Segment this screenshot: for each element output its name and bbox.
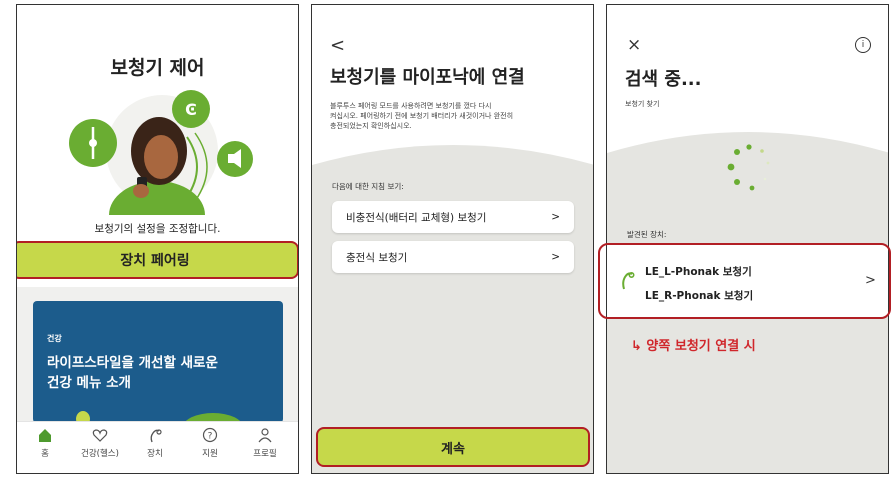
pair-device-button[interactable]: 장치 페어링 bbox=[17, 241, 298, 279]
nav-label: 홈 bbox=[41, 449, 49, 459]
hearing-aid-icon bbox=[150, 429, 162, 443]
annotation-both-connected: ↳ 양쪽 보청기 연결 시 bbox=[631, 339, 756, 354]
banner-tag: 건강 bbox=[47, 334, 62, 343]
found-devices-label: 발견된 장치: bbox=[627, 230, 667, 239]
chevron-right-icon: > bbox=[551, 211, 560, 223]
nav-home[interactable]: 홈 bbox=[19, 427, 71, 459]
page-title: 보청기 제어 bbox=[110, 57, 205, 79]
device-card[interactable]: LE_L-Phonak 보청기 LE_R-Phonak 보청기 > bbox=[607, 245, 888, 317]
nav-support[interactable]: ? 지원 bbox=[184, 427, 236, 459]
back-button[interactable]: < bbox=[330, 35, 345, 56]
instructions-text: 블루투스 페어링 모드를 사용하려면 보청기를 껐다 다시 켜십시오. 페어링하… bbox=[330, 101, 513, 131]
help-icon: ? bbox=[202, 427, 218, 443]
screen-home: 보청기 제어 Ͼ 보청기의 설정을 조정합니다. 장치 페어링 건강 라이프스타… bbox=[16, 4, 299, 474]
nav-profile[interactable]: 프로필 bbox=[239, 427, 291, 459]
device-name-left: LE_L-Phonak 보청기 bbox=[645, 266, 752, 278]
nav-label: 건강(헬스) bbox=[81, 449, 119, 459]
page-title: 보청기를 마이포낙에 연결 bbox=[330, 67, 525, 88]
banner-headline-line1: 라이프스타일을 개선할 새로운 bbox=[47, 355, 218, 371]
chevron-right-icon: > bbox=[865, 273, 876, 288]
instructions-line: 켜십시오. 페어링하기 전에 보청기 배터리가 새것이거나 완전히 bbox=[330, 112, 514, 120]
screen-connect: < 보청기를 마이포낙에 연결 블루투스 페어링 모드를 사용하려면 보청기를 … bbox=[311, 4, 594, 474]
instructions-line: 충전되었는지 확인하십시오. bbox=[330, 122, 412, 130]
instructions-line: 블루투스 페어링 모드를 사용하려면 보청기를 껐다 다시 bbox=[330, 102, 492, 110]
page-title: 검색 중... bbox=[625, 69, 702, 90]
info-icon[interactable]: i bbox=[855, 37, 871, 53]
option-label: 비충전식(배터리 교체형) 보청기 bbox=[346, 211, 487, 224]
nav-label: 지원 bbox=[202, 449, 218, 459]
nav-label: 프로필 bbox=[253, 449, 277, 459]
continue-button[interactable]: 계속 bbox=[316, 427, 590, 467]
screen-searching: × i 검색 중... 보청기 찾기 발견된 장치: LE_L-Phonak 보… bbox=[606, 4, 889, 474]
heart-icon bbox=[92, 429, 108, 442]
page-subtitle: 보청기 찾기 bbox=[625, 100, 660, 108]
health-banner[interactable]: 건강 라이프스타일을 개선할 새로운 건강 메뉴 소개 bbox=[33, 301, 283, 423]
guide-label: 다음에 대한 지침 보기: bbox=[332, 182, 404, 191]
hearing-illustration: Ͼ bbox=[69, 90, 253, 215]
home-icon bbox=[39, 429, 51, 442]
nav-devices[interactable]: 장치 bbox=[129, 427, 181, 459]
device-name-right: LE_R-Phonak 보청기 bbox=[645, 290, 754, 302]
hearing-aid-icon bbox=[622, 271, 635, 290]
chevron-right-icon: > bbox=[551, 251, 560, 263]
option-rechargeable[interactable]: 충전식 보청기 > bbox=[332, 241, 574, 273]
option-non-rechargeable[interactable]: 비충전식(배터리 교체형) 보청기 > bbox=[332, 201, 574, 233]
option-label: 충전식 보청기 bbox=[346, 251, 408, 264]
svg-text:?: ? bbox=[208, 432, 213, 442]
svg-text:Ͼ: Ͼ bbox=[185, 100, 197, 119]
close-button[interactable]: × bbox=[627, 35, 641, 55]
profile-icon bbox=[258, 428, 272, 443]
nav-label: 장치 bbox=[147, 449, 163, 459]
nav-health[interactable]: 건강(헬스) bbox=[74, 427, 126, 459]
page-subtitle: 보청기의 설정을 조정합니다. bbox=[94, 223, 221, 235]
banner-headline-line2: 건강 메뉴 소개 bbox=[47, 375, 131, 391]
loading-spinner-icon bbox=[727, 144, 770, 191]
